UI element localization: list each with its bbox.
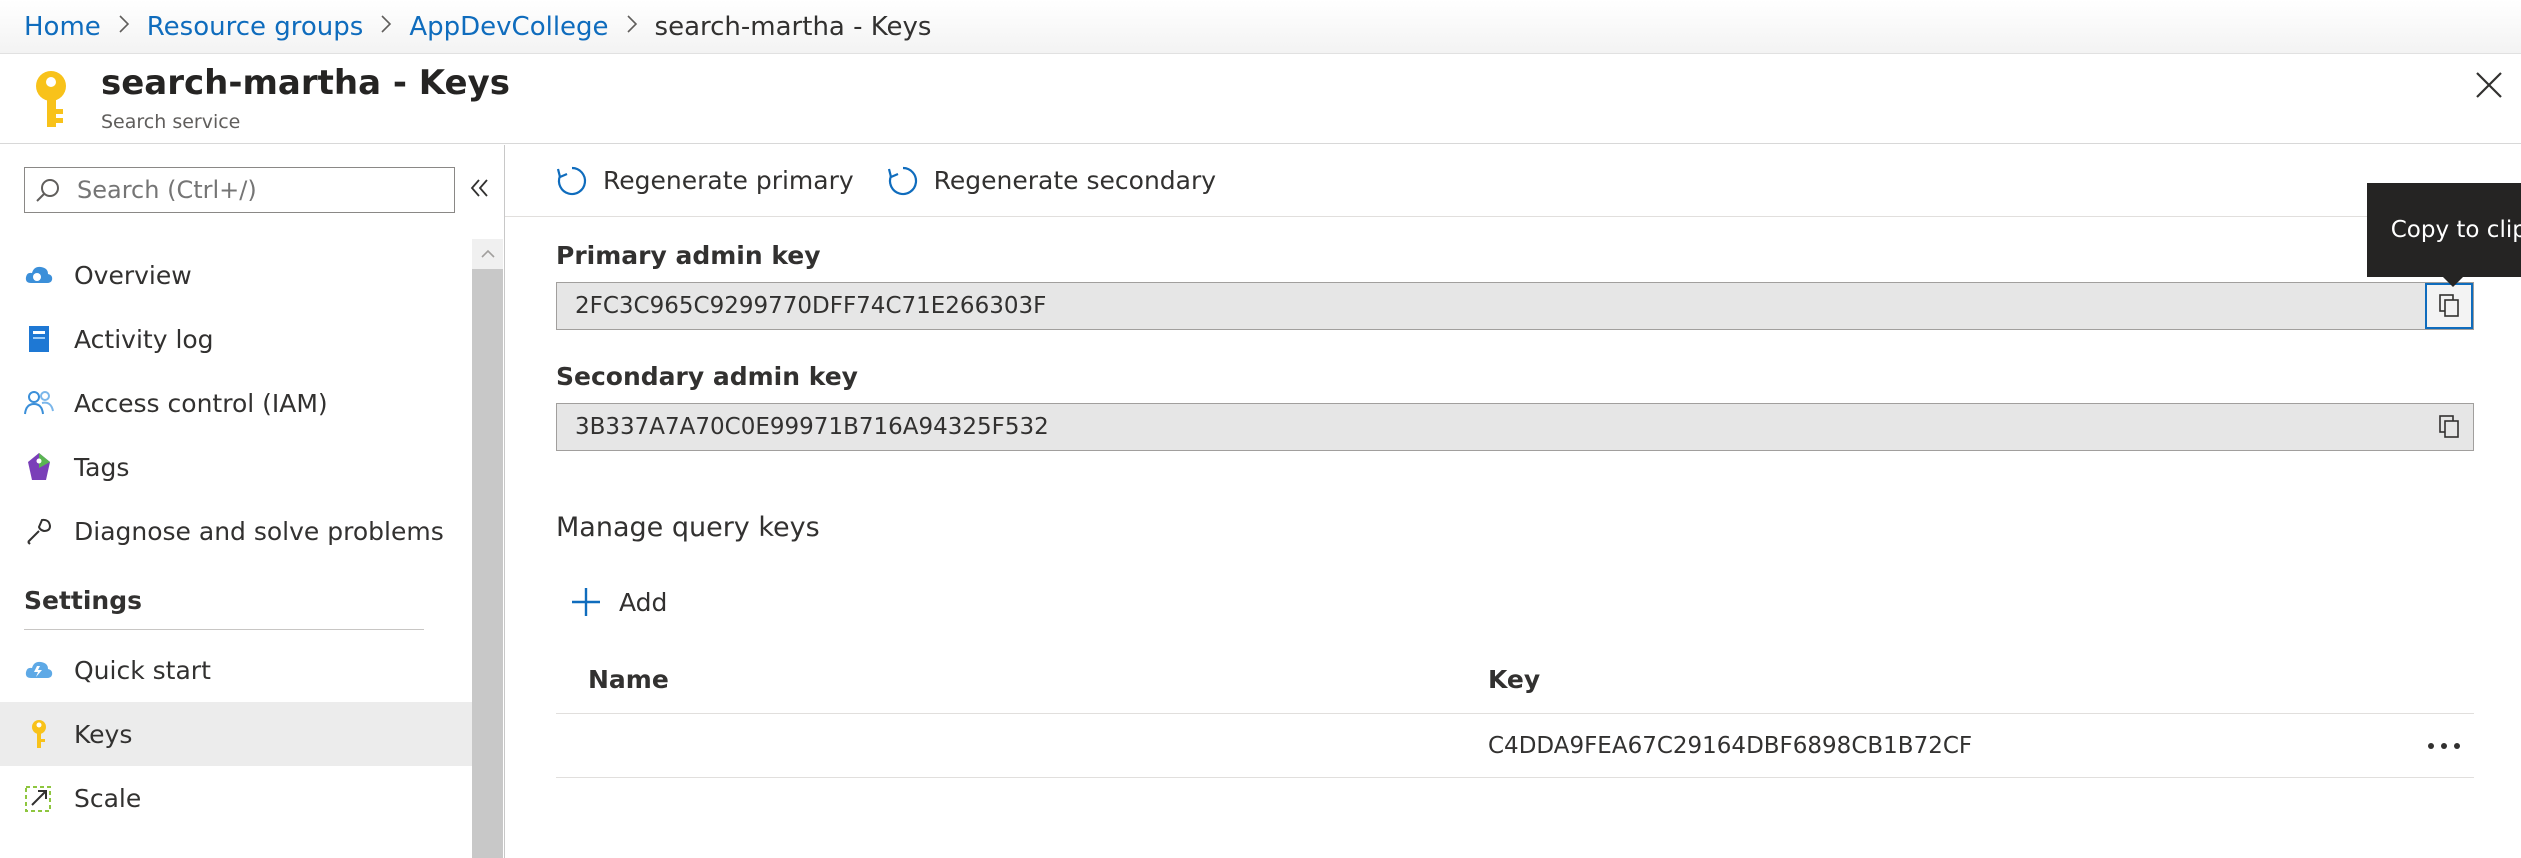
nav-item-label: Tags — [74, 452, 130, 482]
nav-item-tags[interactable]: Tags — [0, 435, 472, 499]
tag-icon — [24, 452, 54, 482]
key-logo-icon — [36, 71, 66, 127]
scroll-up-icon[interactable] — [472, 239, 503, 269]
breadcrumb-resource-groups[interactable]: Resource groups — [147, 12, 364, 42]
key-icon — [24, 719, 54, 749]
quick-start-cloud-icon — [24, 655, 54, 685]
column-header-name[interactable]: Name — [556, 665, 1488, 694]
secondary-key-field[interactable]: 3B337A7A70C0E99971B716A94325F532 — [556, 403, 2474, 451]
table-header: Name Key — [556, 646, 2474, 714]
page-subtitle: Search service — [101, 111, 241, 133]
left-nav: Overview Activity log Access control (IA… — [0, 145, 505, 858]
nav-item-label: Diagnose and solve problems — [74, 516, 444, 546]
table-row[interactable]: C4DDA9FEA67C29164DBF6898CB1B72CF — [556, 714, 2474, 778]
collapse-chevron-double-left-icon[interactable] — [466, 175, 492, 201]
nav-item-label: Activity log — [74, 324, 214, 354]
query-key-value: C4DDA9FEA67C29164DBF6898CB1B72CF — [1488, 732, 1973, 759]
people-icon — [24, 388, 54, 418]
activity-log-icon — [24, 324, 54, 354]
breadcrumb-home[interactable]: Home — [24, 12, 101, 42]
primary-key-value: 2FC3C965C9299770DFF74C71E266303F — [575, 293, 1047, 319]
main-content: Regenerate primary Regenerate secondary … — [505, 145, 2521, 858]
chevron-right-icon — [625, 14, 639, 40]
regenerate-primary-button[interactable]: Regenerate primary — [555, 164, 854, 198]
nav-section-settings: Settings — [24, 586, 143, 615]
nav-item-activity-log[interactable]: Activity log — [0, 307, 472, 371]
wrench-icon — [24, 516, 54, 546]
search-input-container[interactable] — [24, 167, 455, 213]
primary-key-field[interactable]: 2FC3C965C9299770DFF74C71E266303F — [556, 282, 2474, 330]
breadcrumb-appdevcollege[interactable]: AppDevCollege — [409, 12, 608, 42]
blade-header: search-martha - Keys Search service — [0, 55, 2521, 144]
page-title: search-martha - Keys — [101, 63, 511, 103]
add-label: Add — [619, 587, 668, 617]
primary-key-label: Primary admin key — [556, 241, 821, 270]
search-icon — [36, 179, 59, 202]
close-icon[interactable] — [2471, 67, 2507, 103]
add-query-key-button[interactable]: Add — [571, 587, 667, 617]
copy-icon — [2439, 294, 2459, 317]
regenerate-secondary-label: Regenerate secondary — [933, 166, 1217, 195]
plus-icon — [572, 588, 600, 616]
copy-secondary-button[interactable] — [2425, 404, 2473, 450]
nav-item-scale[interactable]: Scale — [0, 766, 472, 830]
chevron-right-icon — [117, 14, 131, 40]
nav-list: Overview Activity log Access control (IA… — [0, 243, 472, 830]
copy-tooltip: Copy to clipboard — [2367, 183, 2521, 277]
refresh-icon — [887, 166, 917, 195]
breadcrumb-current: search-martha - Keys — [654, 11, 932, 42]
nav-item-diagnose[interactable]: Diagnose and solve problems — [0, 499, 472, 563]
copy-primary-button[interactable] — [2425, 283, 2473, 329]
toolbar: Regenerate primary Regenerate secondary — [505, 145, 2521, 217]
secondary-key-value: 3B337A7A70C0E99971B716A94325F532 — [575, 414, 1049, 440]
scale-icon — [24, 783, 54, 813]
refresh-icon — [556, 166, 587, 195]
nav-item-quick-start[interactable]: Quick start — [0, 638, 472, 702]
chevron-right-icon — [379, 14, 393, 40]
nav-item-label: Quick start — [74, 655, 211, 685]
nav-item-label: Scale — [74, 783, 142, 813]
query-keys-table: Name Key C4DDA9FEA67C29164DBF6898CB1B72C… — [556, 646, 2474, 778]
scrollbar[interactable] — [472, 239, 503, 858]
copy-icon — [2439, 415, 2459, 438]
nav-item-label: Access control (IAM) — [74, 388, 328, 418]
nav-item-keys[interactable]: Keys — [0, 702, 472, 766]
nav-item-label: Overview — [74, 260, 192, 290]
manage-query-keys-title: Manage query keys — [556, 512, 820, 543]
nav-item-access-control[interactable]: Access control (IAM) — [0, 371, 472, 435]
column-header-key[interactable]: Key — [1488, 665, 2474, 694]
nav-item-overview[interactable]: Overview — [0, 243, 472, 307]
regenerate-primary-label: Regenerate primary — [603, 166, 854, 195]
overview-cloud-icon — [24, 260, 54, 290]
breadcrumb: Home Resource groups AppDevCollege searc… — [0, 0, 2521, 54]
nav-item-label: Keys — [74, 719, 133, 749]
tooltip-arrow — [2443, 277, 2463, 287]
divider — [24, 629, 424, 630]
secondary-key-label: Secondary admin key — [556, 362, 858, 391]
more-options-icon[interactable] — [2414, 742, 2474, 750]
regenerate-secondary-button[interactable]: Regenerate secondary — [886, 164, 1216, 198]
search-input[interactable] — [77, 176, 437, 204]
